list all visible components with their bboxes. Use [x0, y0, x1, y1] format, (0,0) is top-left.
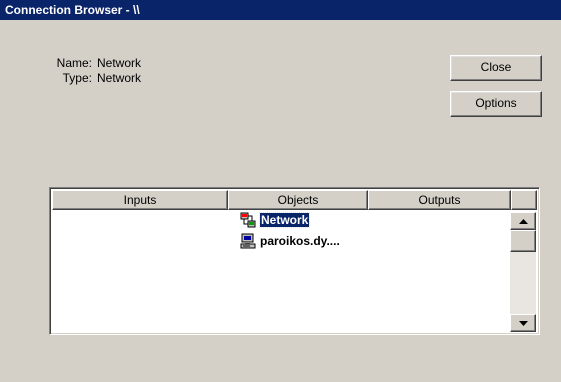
list-header: Inputs Objects Outputs	[52, 190, 537, 210]
list-item-paroikos[interactable]: paroikos.dy....	[240, 233, 340, 249]
close-button[interactable]: Close	[450, 55, 542, 81]
name-label: Name:	[56, 56, 92, 70]
column-header-blank	[511, 190, 537, 210]
column-header-objects[interactable]: Objects	[228, 190, 368, 210]
network-icon	[240, 212, 256, 228]
computer-icon	[240, 233, 256, 249]
connection-list[interactable]: Inputs Objects Outputs	[49, 187, 540, 335]
column-header-outputs[interactable]: Outputs	[368, 190, 511, 210]
list-item-label: paroikos.dy....	[260, 234, 340, 248]
arrow-down-icon	[518, 320, 528, 326]
scroll-up-button[interactable]	[510, 212, 536, 230]
title-bar: Connection Browser - \\	[0, 0, 561, 20]
connection-info: Name: Network Type: Network	[46, 56, 141, 86]
options-button[interactable]: Options	[450, 91, 542, 117]
list-item-network[interactable]: Network	[240, 212, 311, 228]
type-label: Type:	[62, 71, 92, 85]
name-value: Network	[97, 56, 142, 70]
arrow-up-icon	[518, 218, 528, 224]
column-header-inputs[interactable]: Inputs	[52, 190, 228, 210]
type-value: Network	[97, 71, 142, 85]
list-item-label: Network	[258, 212, 311, 228]
scroll-thumb[interactable]	[510, 230, 536, 252]
vertical-scrollbar[interactable]	[510, 212, 536, 332]
scroll-down-button[interactable]	[510, 314, 536, 332]
window-title: Connection Browser - \\	[5, 3, 140, 17]
